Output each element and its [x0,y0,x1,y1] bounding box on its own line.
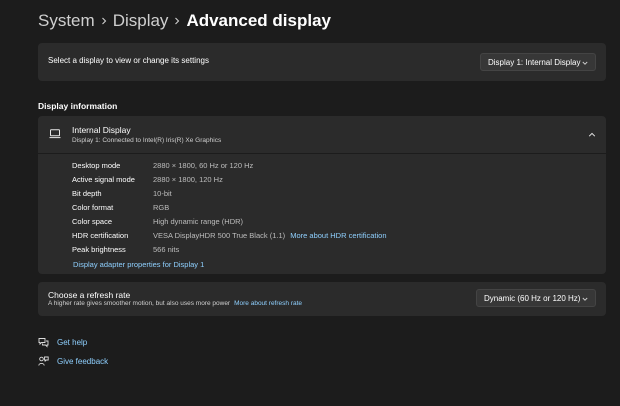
chevron-right-icon [168,17,186,25]
chevron-right-icon [95,17,113,25]
give-feedback-link[interactable]: Give feedback [38,354,108,368]
property-value: RGB [153,203,170,212]
display-select-dropdown[interactable]: Display 1: Internal Display [480,53,596,71]
chevron-down-icon [582,61,588,65]
select-display-card: Select a display to view or change its s… [38,43,606,81]
refresh-rate-description: A higher rate gives smoother motion, but… [48,300,302,307]
breadcrumb: System Display Advanced display [38,9,331,33]
chevron-up-icon[interactable] [588,131,596,139]
property-key: Active signal mode [72,175,135,184]
display-name: Internal Display [72,125,131,135]
display-information-header[interactable]: Internal Display Display 1: Connected to… [38,116,606,154]
refresh-rate-subtitle: A higher rate gives smoother motion, but… [48,300,231,307]
get-help-link[interactable]: Get help [38,335,87,349]
display-connection: Display 1: Connected to Intel(R) Iris(R)… [72,137,222,144]
breadcrumb-system[interactable]: System [38,11,95,31]
property-value: VESA DisplayHDR 500 True Black (1.1) [153,231,286,240]
monitor-icon [49,129,61,139]
property-key: Color format [72,203,114,212]
property-value: 10-bit [153,189,172,198]
property-key: HDR certification [72,231,129,240]
hdr-certification-value-wrap: VESA DisplayHDR 500 True Black (1.1) Mor… [153,231,387,240]
display-information-card: Internal Display Display 1: Connected to… [38,116,606,274]
page-title: Advanced display [186,11,331,30]
get-help-label: Get help [57,337,88,347]
chevron-down-icon [582,297,588,301]
display-adapter-properties-link[interactable]: Display adapter properties for Display 1 [73,260,204,269]
give-feedback-label: Give feedback [57,356,109,366]
property-key: Peak brightness [72,245,126,254]
refresh-rate-link[interactable]: More about refresh rate [234,300,302,307]
display-information-heading: Display information [38,101,118,111]
select-display-label: Select a display to view or change its s… [48,56,209,65]
property-key: Color space [72,217,113,226]
display-select-value: Display 1: Internal Display [488,57,581,67]
feedback-icon [38,356,49,366]
refresh-rate-title: Choose a refresh rate [48,290,131,300]
refresh-rate-dropdown[interactable]: Dynamic (60 Hz or 120 Hz) [476,289,596,307]
breadcrumb-display[interactable]: Display [113,11,169,31]
property-value: 2880 × 1800, 60 Hz or 120 Hz [153,161,254,170]
property-value: 566 nits [153,245,180,254]
property-key: Bit depth [72,189,102,198]
hdr-certification-link[interactable]: More about HDR certification [290,231,386,240]
refresh-rate-value: Dynamic (60 Hz or 120 Hz) [484,293,581,303]
refresh-rate-card: Choose a refresh rate A higher rate give… [38,282,606,316]
property-value: High dynamic range (HDR) [153,217,244,226]
property-value: 2880 × 1800, 120 Hz [153,175,223,184]
property-key: Desktop mode [72,161,121,170]
help-icon [38,337,49,348]
